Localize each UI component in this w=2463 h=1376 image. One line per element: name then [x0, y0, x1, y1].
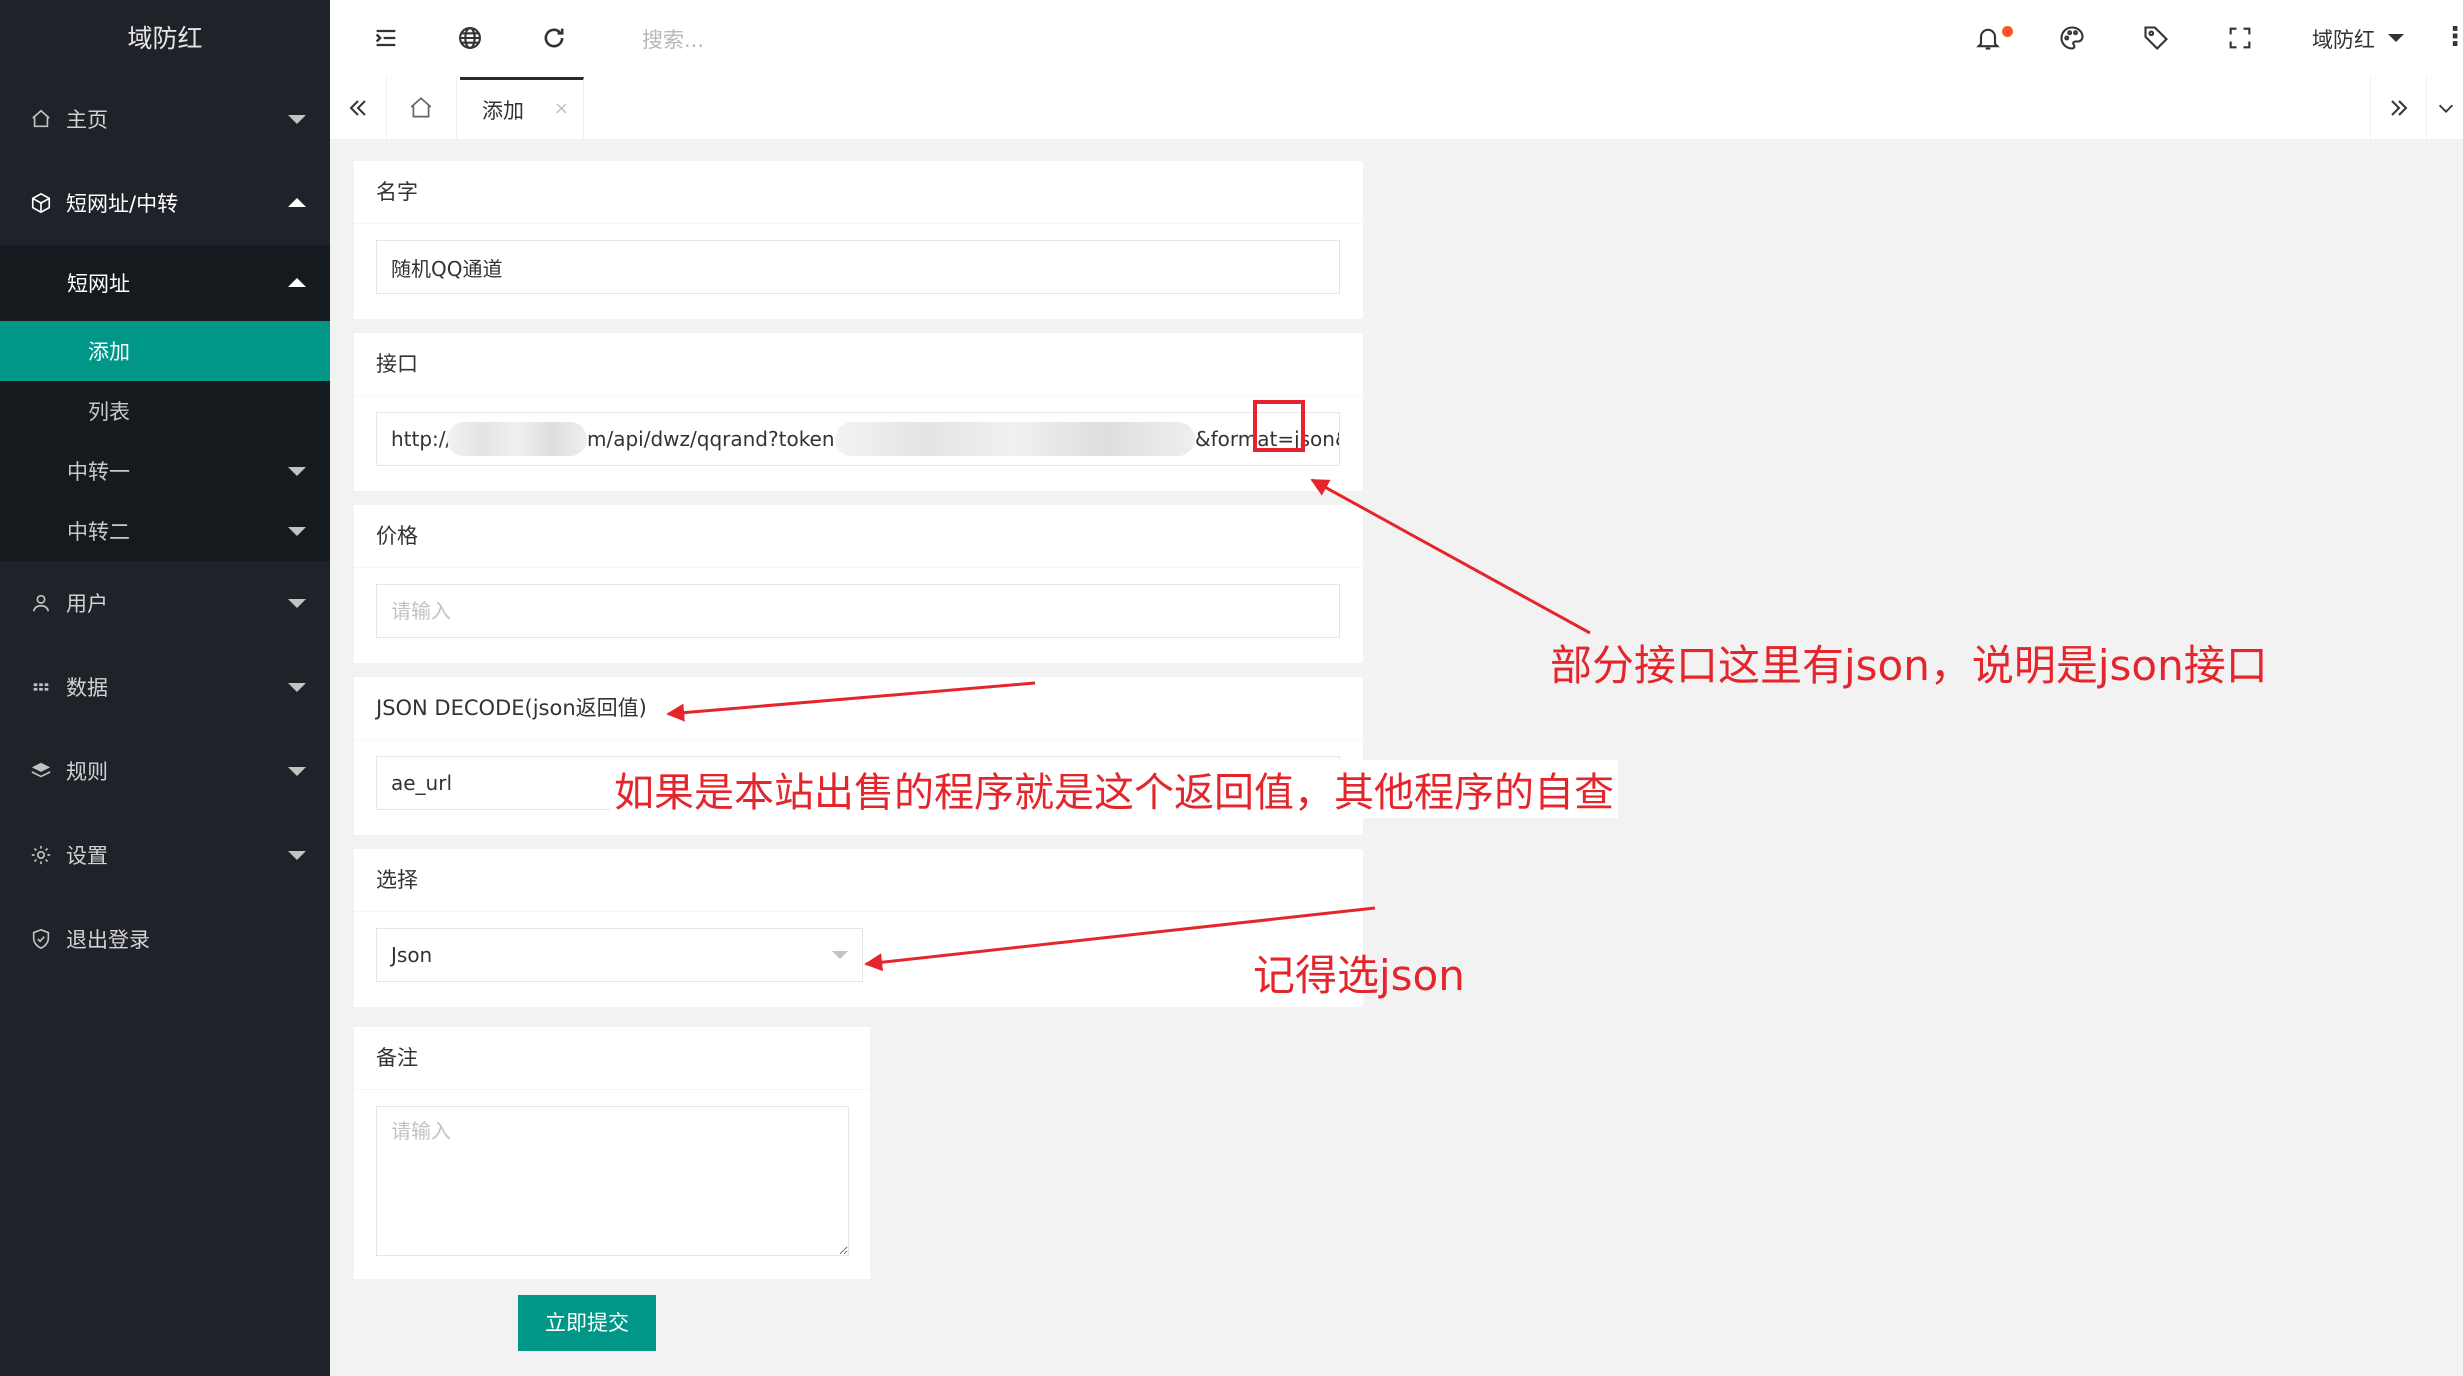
select-value: Json	[391, 943, 433, 967]
remark-label: 备注	[354, 1027, 870, 1090]
api-label: 接口	[354, 333, 1363, 396]
close-icon[interactable]: ×	[554, 98, 569, 119]
api-card: 接口 http://c m/api/dwz/qqrand?token= &for…	[354, 333, 1363, 491]
sidebar-subitem-short-url[interactable]: 短网址	[0, 245, 330, 321]
chevron-up-icon	[288, 278, 306, 287]
chevron-down-icon	[2388, 34, 2404, 42]
sidebar-item-label: 主页	[66, 108, 108, 132]
name-card: 名字	[354, 161, 1363, 319]
blurred-region	[835, 422, 1195, 456]
sidebar: 域防红 主页 短网址/中转 短网址 添加 列表 中转一 中转二 用户 数据 规则…	[0, 0, 330, 1376]
sidebar-item-settings[interactable]: 设置	[0, 813, 330, 897]
user-icon	[30, 592, 52, 614]
sidebar-item-label: 设置	[66, 844, 108, 868]
sidebar-subitem-list[interactable]: 列表	[0, 381, 330, 441]
submenu-short-url-relay: 短网址 添加 列表 中转一 中转二	[0, 245, 330, 561]
layers-icon	[30, 760, 52, 782]
main-content: 名字 接口 http://c m/api/dwz/qqrand?token= &…	[330, 139, 2463, 1376]
chevron-down-icon	[2438, 104, 2453, 113]
price-label: 价格	[354, 505, 1363, 568]
sidebar-subitem-label: 中转二	[67, 520, 130, 544]
chevron-down-icon	[288, 767, 306, 776]
chevron-down-icon	[288, 527, 306, 536]
sidebar-subitem-relay2[interactable]: 中转二	[0, 501, 330, 561]
sidebar-item-label: 用户	[66, 592, 108, 616]
chevron-up-icon	[288, 198, 306, 207]
sidebar-subitem-label: 中转一	[67, 460, 130, 484]
sidebar-item-user[interactable]: 用户	[0, 561, 330, 645]
name-label: 名字	[354, 161, 1363, 224]
sidebar-item-logout[interactable]: 退出登录	[0, 897, 330, 981]
price-card: 价格	[354, 505, 1363, 663]
chevron-down-icon	[288, 115, 306, 124]
sidebar-item-label: 数据	[66, 676, 108, 700]
chevron-down-icon	[288, 851, 306, 860]
format-select[interactable]: Json	[376, 928, 863, 982]
tab-bar: 添加 ×	[330, 77, 2463, 140]
globe-icon[interactable]	[456, 24, 484, 52]
notification-badge	[2002, 26, 2013, 37]
sidebar-subitem-label: 添加	[88, 340, 130, 364]
tag-icon[interactable]	[2142, 24, 2170, 52]
sidebar-item-label: 短网址/中转	[66, 192, 179, 216]
sidebar-item-data[interactable]: 数据	[0, 645, 330, 729]
shield-icon	[30, 928, 52, 950]
menu-fold-icon[interactable]	[372, 24, 400, 52]
sidebar-item-label: 规则	[66, 760, 108, 784]
annotation-return-value: 如果是本站出售的程序就是这个返回值，其他程序的自查	[610, 760, 1618, 818]
api-url-part2: m/api/dwz/qqrand?token=	[587, 427, 852, 451]
chevrons-left-icon	[349, 100, 366, 116]
tab-dropdown-button[interactable]	[2426, 77, 2463, 139]
annotation-select-json: 记得选json	[1253, 951, 1465, 1000]
highlight-box	[1253, 400, 1305, 452]
chevron-down-icon	[288, 683, 306, 692]
fullscreen-icon[interactable]	[2226, 24, 2254, 52]
name-input[interactable]	[376, 240, 1340, 294]
chevrons-right-icon	[2391, 100, 2408, 116]
tab-label: 添加	[482, 98, 524, 123]
sidebar-item-rules[interactable]: 规则	[0, 729, 330, 813]
json-decode-label: JSON DECODE(json返回值)	[354, 677, 1363, 740]
box-icon	[30, 192, 52, 214]
sidebar-subitem-add[interactable]: 添加	[0, 321, 330, 381]
chevron-down-icon	[288, 467, 306, 476]
home-icon	[410, 97, 432, 118]
sidebar-subitem-label: 短网址	[67, 272, 130, 296]
sidebar-item-home[interactable]: 主页	[0, 77, 330, 161]
chevron-down-icon	[288, 599, 306, 608]
submit-button[interactable]: 立即提交	[518, 1295, 656, 1351]
home-icon	[30, 108, 52, 130]
sidebar-subitem-relay1[interactable]: 中转一	[0, 441, 330, 501]
search-input[interactable]	[640, 20, 944, 60]
sidebar-subitem-label: 列表	[88, 400, 130, 424]
remark-card: 备注	[354, 1027, 870, 1279]
select-label: 选择	[354, 849, 1363, 912]
top-header: 域防红 ⋮	[330, 0, 2463, 78]
chevron-down-icon	[832, 951, 848, 959]
gear-icon	[30, 844, 52, 866]
tab-scroll-left-button[interactable]	[330, 77, 387, 139]
price-input[interactable]	[376, 584, 1340, 638]
refresh-icon[interactable]	[540, 24, 568, 52]
annotation-json-interface: 部分接口这里有json，说明是json接口	[1550, 641, 2268, 690]
sidebar-item-short-url-relay[interactable]: 短网址/中转	[0, 161, 330, 245]
grid-icon	[30, 676, 52, 698]
sidebar-item-label: 退出登录	[66, 928, 150, 952]
tab-add[interactable]: 添加 ×	[460, 77, 584, 139]
tab-home[interactable]	[386, 77, 457, 139]
remark-textarea[interactable]	[376, 1106, 849, 1256]
bell-icon[interactable]	[1974, 24, 2002, 52]
blurred-region	[447, 422, 587, 456]
tab-scroll-right-button[interactable]	[2370, 77, 2427, 139]
palette-icon[interactable]	[2058, 24, 2086, 52]
more-icon[interactable]: ⋮	[2442, 22, 2463, 52]
app-logo: 域防红	[0, 0, 330, 77]
user-menu[interactable]: 域防红	[2312, 24, 2375, 54]
select-card: 选择 Json	[354, 849, 1363, 1007]
api-input[interactable]: http://c m/api/dwz/qqrand?token= &format…	[376, 412, 1340, 466]
